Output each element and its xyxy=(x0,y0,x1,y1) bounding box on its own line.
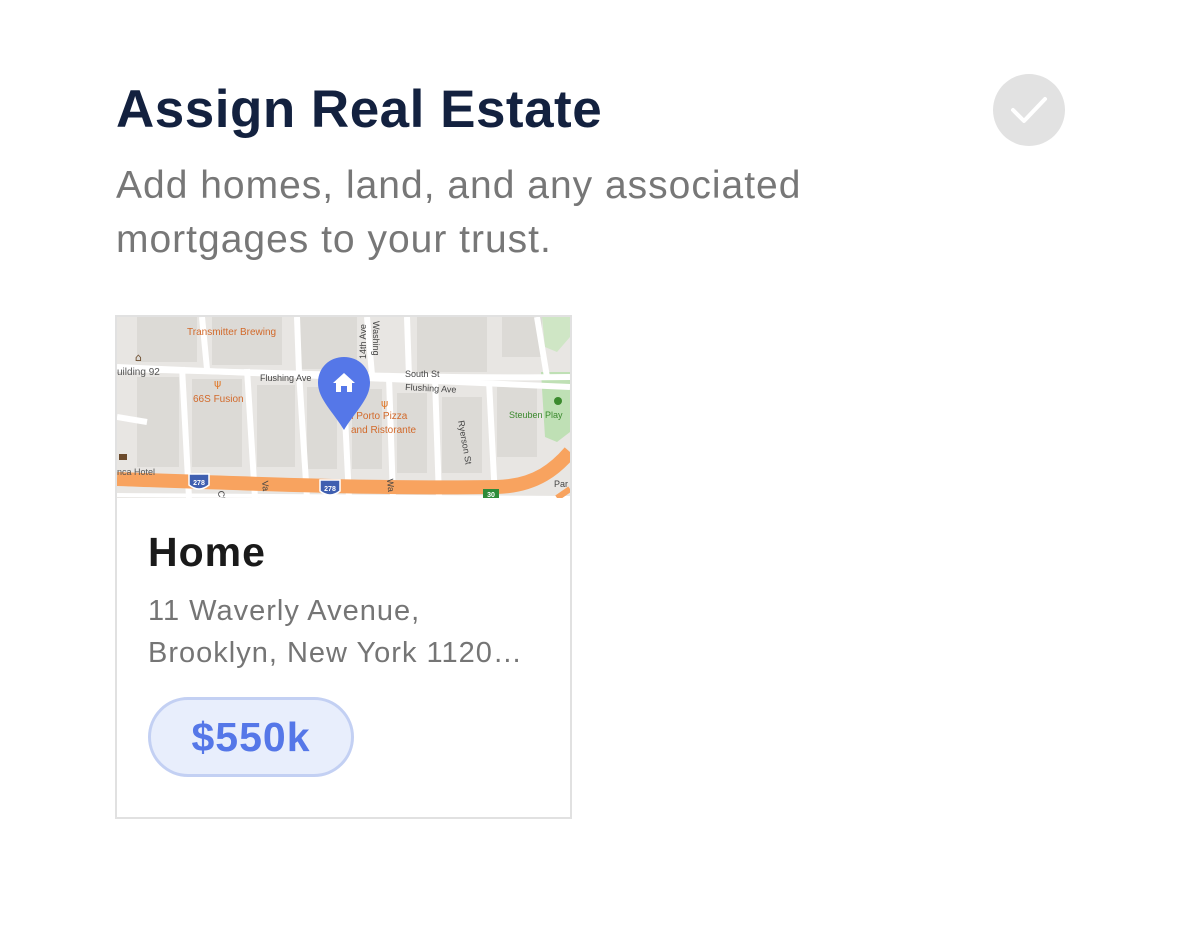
map-label: ll Porto Pizza xyxy=(349,411,408,422)
route-shield: 30 xyxy=(483,489,499,498)
map-label: Cl xyxy=(216,490,227,498)
building-poi-icon: ⌂ xyxy=(135,351,142,364)
map-label: Wa xyxy=(385,478,396,492)
map-label: Par xyxy=(554,479,568,489)
map-label: Washing xyxy=(371,321,381,356)
property-address: 11 Waverly Avenue, Brooklyn, New York 11… xyxy=(148,590,548,674)
hotel-poi-icon xyxy=(119,454,127,460)
property-title: Home xyxy=(148,529,266,575)
map-shield-label: 278 xyxy=(193,480,205,487)
property-value-badge: $550k xyxy=(148,697,354,777)
address-line: Brooklyn, New York 1120… xyxy=(148,637,523,669)
section-title: Assign Real Estate xyxy=(116,80,603,139)
completion-check-button[interactable] xyxy=(993,74,1065,146)
address-line: 11 Waverly Avenue, xyxy=(148,595,421,627)
map-label: Steuben Play xyxy=(509,410,563,420)
map-label: 14th Ave xyxy=(358,324,368,359)
map-label: and Ristorante xyxy=(351,425,416,436)
interstate-shield: 278 xyxy=(188,473,210,490)
restaurant-poi-icon: ψ xyxy=(214,377,221,390)
map-label: nca Hotel xyxy=(117,467,155,477)
map-label: Flushing Ave xyxy=(260,373,311,383)
map-shield-label: 30 xyxy=(487,492,495,498)
map-label: Va xyxy=(260,480,271,491)
restaurant-poi-icon: ψ xyxy=(381,397,388,410)
map-image: 278 278 30 ⌂ ψ ψ Transmitter Brewing uil… xyxy=(117,317,570,498)
map-shield-label: 278 xyxy=(324,486,336,493)
map-label: 66S Fusion xyxy=(193,394,244,405)
interstate-shield: 278 xyxy=(319,479,341,496)
assign-real-estate-screen: Assign Real Estate Add homes, land, and … xyxy=(0,0,1179,944)
property-map: 278 278 30 ⌂ ψ ψ Transmitter Brewing uil… xyxy=(117,317,570,498)
map-label: Transmitter Brewing xyxy=(187,327,276,338)
map-label: South St xyxy=(405,369,440,379)
park-poi-icon xyxy=(554,397,562,405)
section-subtitle: Add homes, land, and any associated mort… xyxy=(116,164,802,261)
checkmark-icon xyxy=(1011,97,1047,123)
map-label: uilding 92 xyxy=(117,367,160,378)
property-card[interactable]: 278 278 30 ⌂ ψ ψ Transmitter Brewing uil… xyxy=(115,315,572,819)
